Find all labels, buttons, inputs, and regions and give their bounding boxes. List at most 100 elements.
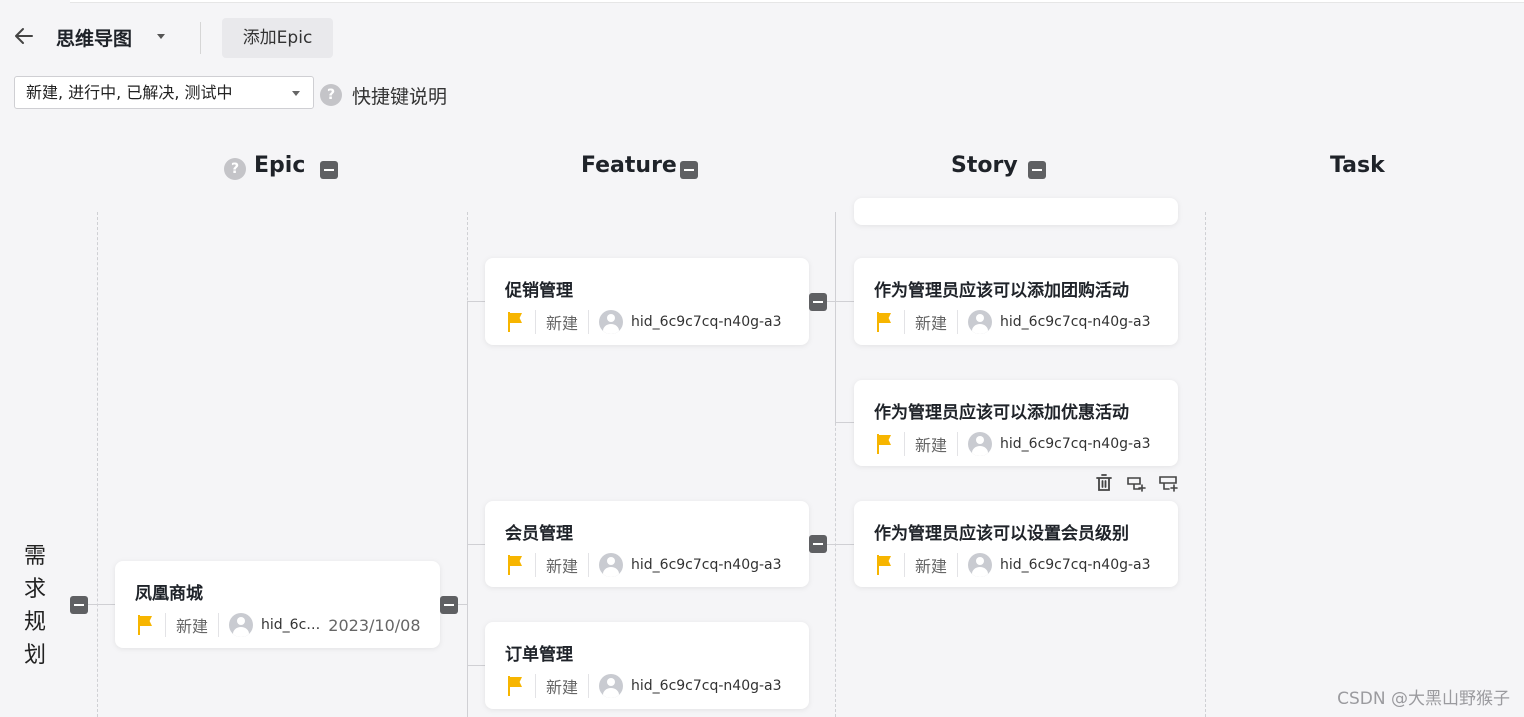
connector-line	[835, 422, 854, 423]
avatar-icon	[599, 674, 624, 698]
collapse-story-column-icon[interactable]	[1028, 161, 1046, 179]
connector-line	[835, 212, 836, 423]
status-filter-select[interactable]: 新建, 进行中, 已解决, 测试中	[14, 76, 314, 109]
card-meta: 新建 hid_6c9c7cq-n40g-a3	[505, 551, 782, 579]
divider	[957, 553, 959, 577]
trash-icon[interactable]	[1093, 472, 1115, 494]
card-meta: 新建 hid_6c9c7cq-n40g-a3	[874, 308, 1151, 336]
column-divider	[97, 212, 98, 717]
connector-line	[88, 604, 115, 605]
flag-icon[interactable]	[505, 311, 525, 333]
avatar-icon	[968, 553, 993, 577]
row-label-char: 规	[24, 610, 47, 635]
assignee-name[interactable]: hid_6c9c7cq-n40g-a3	[631, 557, 782, 573]
chevron-down-icon	[292, 91, 300, 96]
shortcut-help-link[interactable]: 快捷键说明	[352, 82, 447, 109]
status-label[interactable]: 新建	[915, 432, 947, 456]
row-label-char: 划	[24, 643, 47, 668]
flag-icon[interactable]	[874, 311, 894, 333]
chevron-down-icon[interactable]	[157, 34, 165, 39]
flag-icon[interactable]	[505, 554, 525, 576]
add-child-icon[interactable]	[1125, 472, 1147, 494]
column-divider	[1205, 212, 1206, 717]
status-label[interactable]: 新建	[546, 674, 578, 698]
status-label[interactable]: 新建	[176, 613, 208, 637]
column-header-feature: Feature	[581, 153, 677, 178]
feature-card[interactable]: 促销管理 新建 hid_6c9c7cq-n40g-a3	[485, 258, 809, 345]
assignee-name[interactable]: hid_6c…	[261, 617, 320, 633]
card-meta: 新建 hid_6c9c7cq-n40g-a3	[874, 430, 1151, 458]
assignee-name[interactable]: hid_6c9c7cq-n40g-a3	[1000, 314, 1151, 330]
avatar-icon	[229, 613, 254, 637]
status-label[interactable]: 新建	[546, 553, 578, 577]
assignee-name[interactable]: hid_6c9c7cq-n40g-a3	[1000, 436, 1151, 452]
divider	[588, 310, 590, 334]
epic-help-icon[interactable]: ?	[224, 158, 246, 180]
row-label-char: 需	[24, 544, 47, 569]
assignee-name[interactable]: hid_6c9c7cq-n40g-a3	[631, 314, 782, 330]
story-card-partial[interactable]	[854, 198, 1178, 225]
divider	[535, 674, 536, 698]
card-title: 会员管理	[505, 524, 573, 544]
collapse-epic-column-icon[interactable]	[320, 161, 338, 179]
collapse-feature-column-icon[interactable]	[680, 161, 698, 179]
divider	[904, 310, 905, 334]
connector-line	[467, 301, 485, 302]
add-epic-button[interactable]: 添加Epic	[222, 18, 333, 58]
story-card[interactable]: 作为管理员应该可以添加优惠活动 新建 hid_6c9c7cq-n40g-a3	[854, 380, 1178, 466]
status-label[interactable]: 新建	[915, 310, 947, 334]
status-label[interactable]: 新建	[915, 553, 947, 577]
add-sibling-icon[interactable]	[1157, 472, 1179, 494]
feature-card[interactable]: 订单管理 新建 hid_6c9c7cq-n40g-a3	[485, 622, 809, 709]
epic-card[interactable]: 凤凰商城 新建 hid_6c… 2023/10/08	[115, 561, 440, 648]
flag-icon[interactable]	[874, 554, 894, 576]
avatar-icon	[599, 310, 624, 334]
divider	[535, 553, 536, 577]
question-circle-icon[interactable]: ?	[320, 84, 342, 106]
collapse-row-icon[interactable]	[70, 596, 88, 614]
divider	[588, 674, 590, 698]
due-date[interactable]: 2023/10/08	[328, 616, 420, 635]
divider	[535, 310, 536, 334]
story-card[interactable]: 作为管理员应该可以添加团购活动 新建 hid_6c9c7cq-n40g-a3	[854, 258, 1178, 345]
divider	[200, 22, 201, 54]
assignee-name[interactable]: hid_6c9c7cq-n40g-a3	[1000, 557, 1151, 573]
column-header-task: Task	[1330, 153, 1385, 178]
avatar-icon	[968, 432, 993, 456]
page-title[interactable]: 思维导图	[56, 24, 132, 51]
divider	[165, 613, 166, 637]
column-header-epic: Epic	[254, 153, 306, 178]
back-arrow-icon[interactable]	[12, 24, 36, 48]
row-label: 需 求 规 划	[24, 540, 48, 672]
card-title: 作为管理员应该可以添加优惠活动	[874, 403, 1129, 423]
card-title: 作为管理员应该可以添加团购活动	[874, 281, 1129, 301]
card-title: 促销管理	[505, 281, 573, 301]
connector-line	[467, 665, 485, 666]
divider	[904, 432, 905, 456]
divider	[588, 553, 590, 577]
avatar-icon	[968, 310, 993, 334]
toolbar: 思维导图 添加Epic	[0, 14, 1524, 62]
top-strip	[70, 0, 1524, 3]
collapse-feature-node-icon[interactable]	[809, 293, 827, 311]
card-meta: 新建 hid_6c9c7cq-n40g-a3	[874, 551, 1151, 579]
flag-icon[interactable]	[135, 614, 155, 636]
divider	[957, 432, 959, 456]
card-meta: 新建 hid_6c… 2023/10/08	[135, 611, 421, 639]
feature-card[interactable]: 会员管理 新建 hid_6c9c7cq-n40g-a3	[485, 501, 809, 587]
column-header-story: Story	[951, 153, 1018, 178]
status-label[interactable]: 新建	[546, 310, 578, 334]
story-card[interactable]: 作为管理员应该可以设置会员级别 新建 hid_6c9c7cq-n40g-a3	[854, 501, 1178, 587]
flag-icon[interactable]	[874, 433, 894, 455]
assignee-name[interactable]: hid_6c9c7cq-n40g-a3	[631, 678, 782, 694]
row-label-char: 求	[24, 577, 47, 602]
watermark: CSDN @大黑山野猴子	[1337, 689, 1510, 709]
connector-line	[467, 544, 485, 545]
collapse-feature-node-icon[interactable]	[809, 535, 827, 553]
collapse-epic-node-icon[interactable]	[440, 596, 458, 614]
card-meta: 新建 hid_6c9c7cq-n40g-a3	[505, 672, 782, 700]
avatar-icon	[599, 553, 624, 577]
divider	[957, 310, 959, 334]
flag-icon[interactable]	[505, 675, 525, 697]
card-title: 凤凰商城	[135, 584, 203, 604]
